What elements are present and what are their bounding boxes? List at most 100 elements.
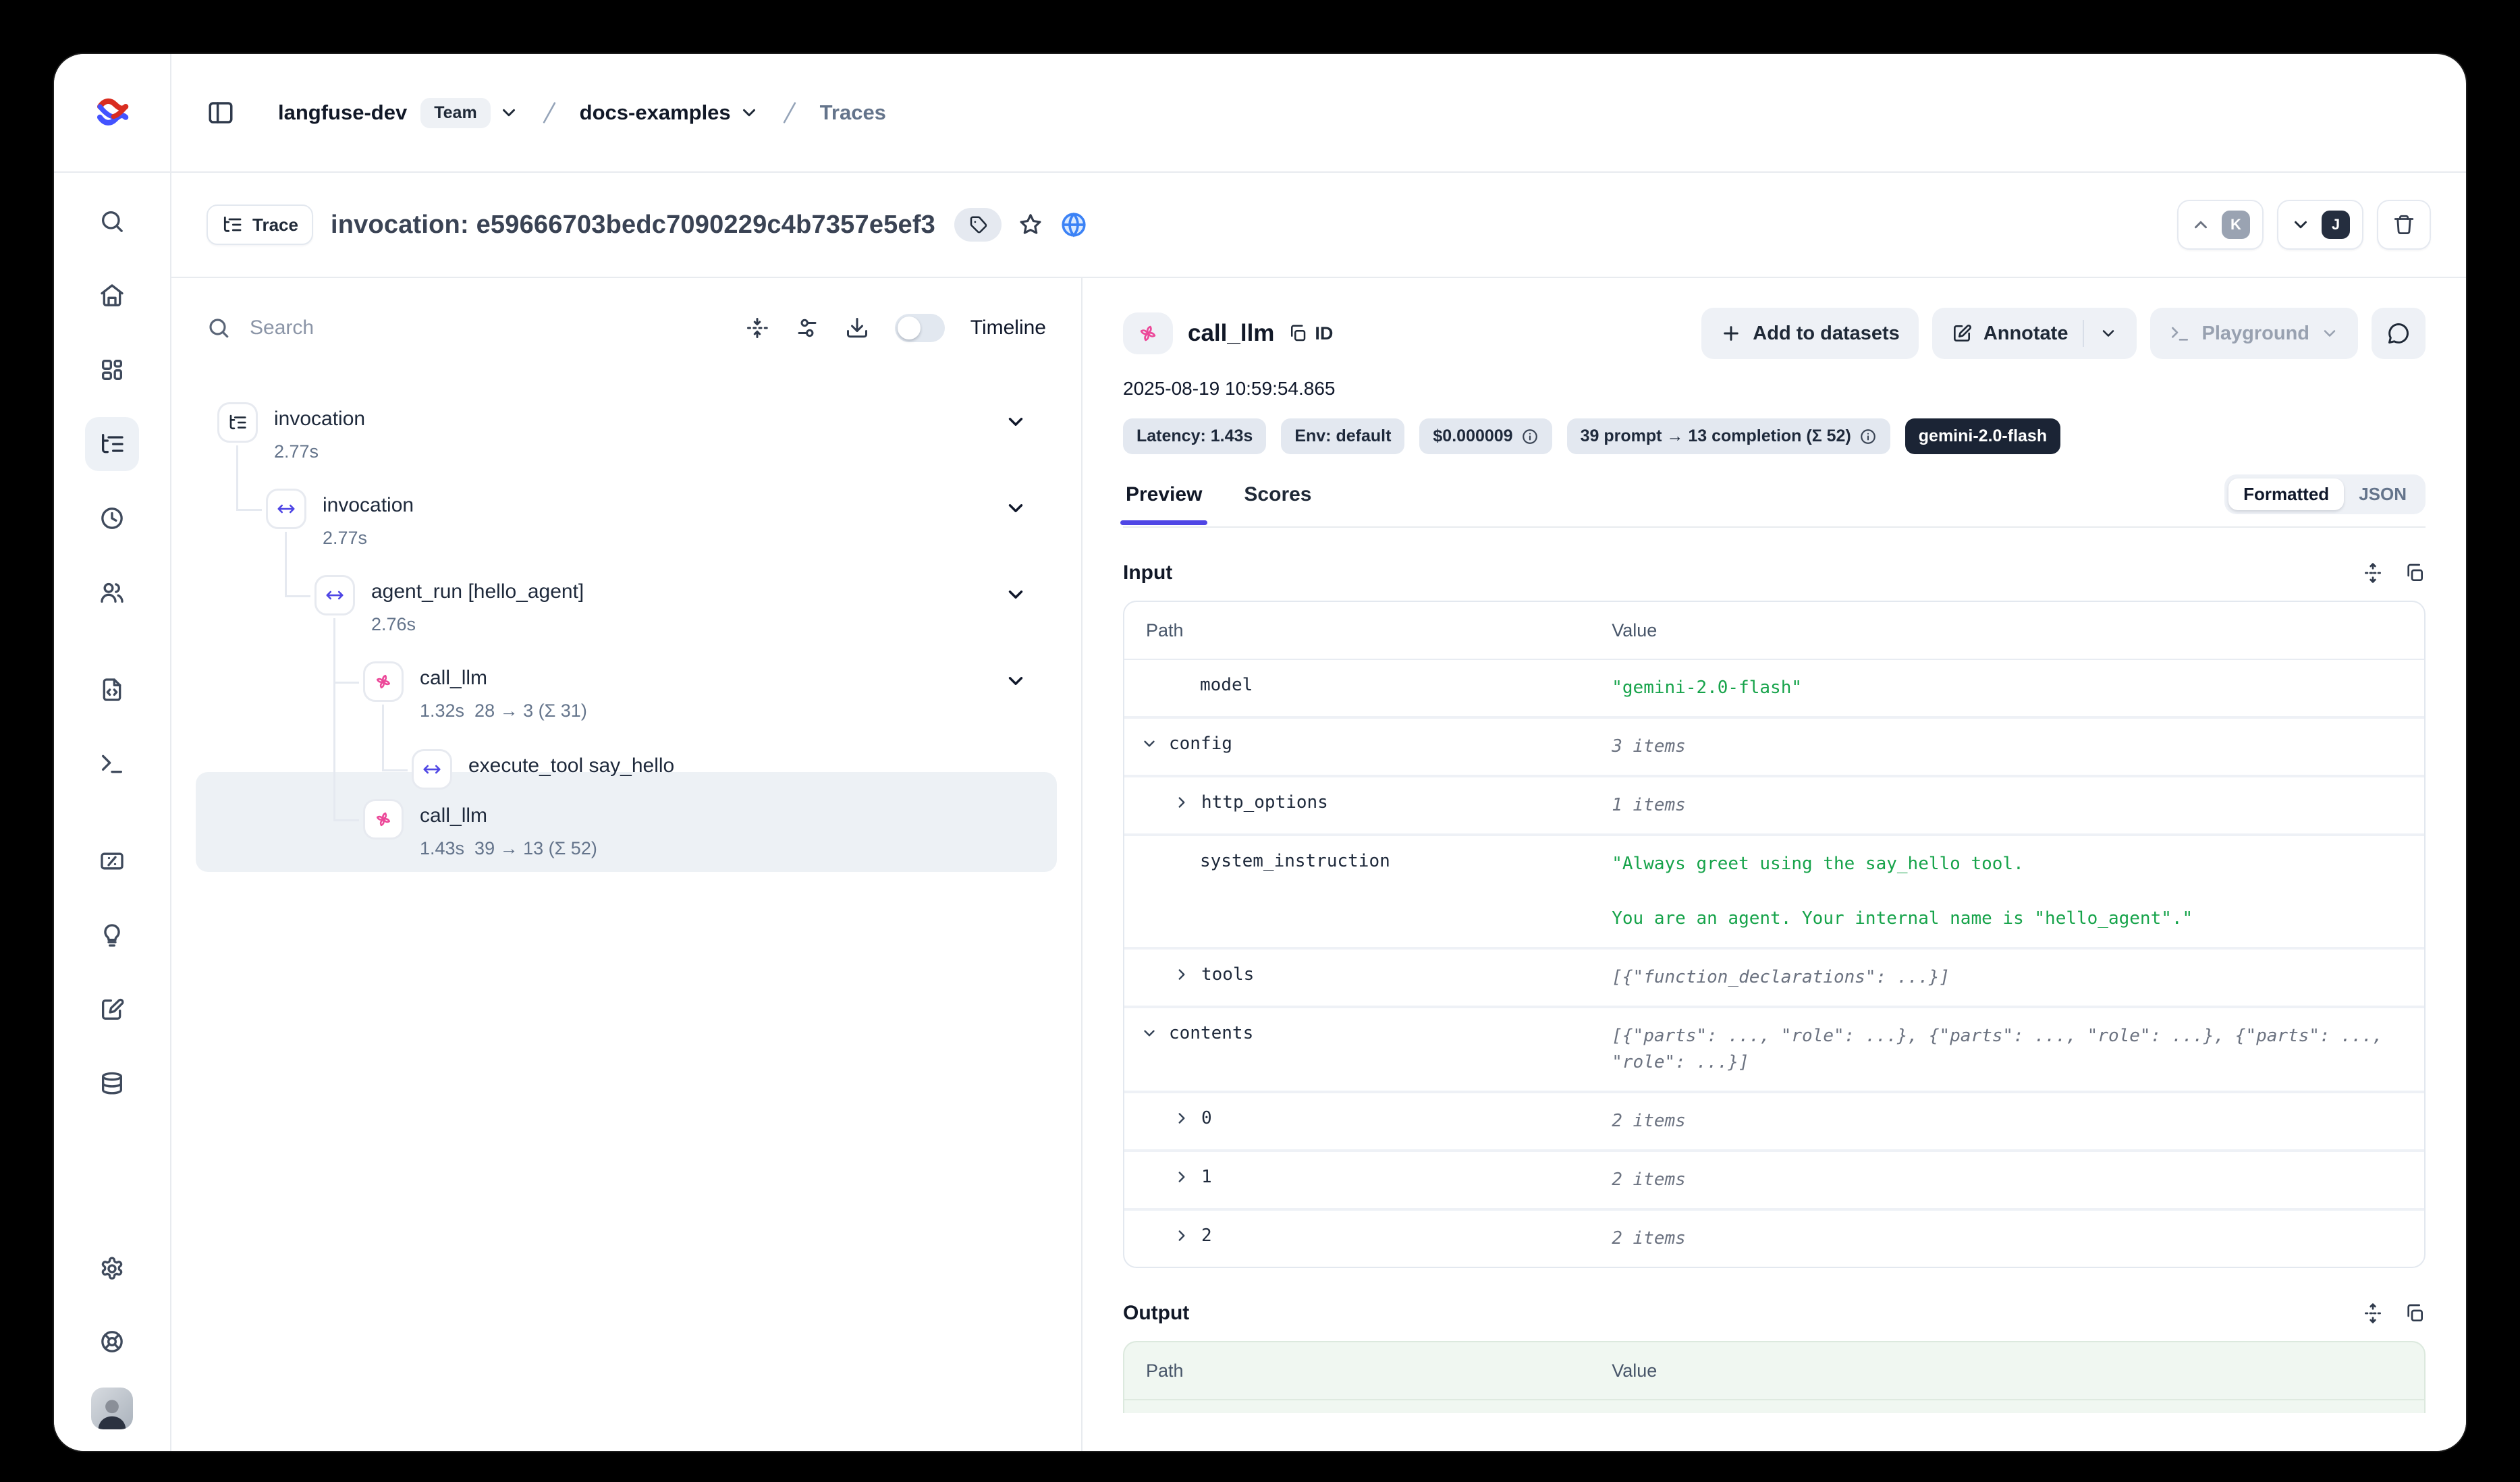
table-row-contents[interactable]: contents[{"parts": ..., "role": ...}, {"… (1124, 1008, 2424, 1093)
tree-node-duration: 1.32s 28 → 3 (Σ 31) (420, 701, 587, 721)
sidebar-item-home[interactable] (85, 269, 139, 323)
tree-node-agent_run-hello_agent-[interactable]: agent_run [hello_agent]2.76s (193, 575, 1060, 656)
metric-badge: $0.000009 (1419, 418, 1552, 454)
tab-scores[interactable]: Scores (1241, 478, 1314, 512)
annotate-button[interactable]: Annotate (1932, 308, 2137, 359)
format-option-json[interactable]: JSON (2344, 478, 2421, 510)
tree-node-invocation[interactable]: invocation2.77s (193, 402, 1060, 483)
sidebar-item-prompts[interactable] (85, 663, 139, 717)
badge-label: gemini-2.0-flash (1919, 427, 2047, 446)
table-row-http_options[interactable]: http_options1 items (1124, 777, 2424, 836)
observation-title: call_llm (1188, 320, 1274, 347)
row-path: system_instruction (1200, 851, 1390, 871)
sidebar-nav (54, 173, 170, 1223)
tree-node-call_llm[interactable]: call_llm1.32s 28 → 3 (Σ 31) (193, 661, 1060, 742)
row-chevron-right-icon[interactable] (1173, 794, 1190, 811)
row-value: 2 items (1612, 1167, 2424, 1193)
sidebar-item-playground[interactable] (85, 737, 139, 791)
panel-left-toggle-icon[interactable] (207, 99, 235, 127)
sidebar-item-support[interactable] (85, 1315, 139, 1369)
tab-preview[interactable]: Preview (1123, 478, 1205, 512)
copy-id-label: ID (1315, 323, 1333, 344)
copy-id-button[interactable]: ID (1288, 323, 1333, 344)
table-row-0[interactable]: 02 items (1124, 1093, 2424, 1152)
observation-tree: invocation2.77sinvocation2.77sagent_run … (193, 383, 1060, 1451)
table-row-model[interactable]: model"gemini-2.0-flash" (1124, 660, 2424, 719)
project-switcher-chevron-icon[interactable] (739, 103, 759, 123)
tree-node-collapse-chevron-icon[interactable] (1004, 669, 1027, 692)
search-icon (99, 208, 126, 235)
table-row-tools[interactable]: tools[{"function_declarations": ...}] (1124, 950, 2424, 1008)
langfuse-logo[interactable] (54, 54, 170, 173)
trace-type-badge[interactable]: Trace (207, 204, 313, 245)
expand-section-icon[interactable] (2362, 1302, 2384, 1324)
tag-button[interactable] (954, 208, 1002, 242)
expand-section-icon[interactable] (2362, 562, 2384, 584)
table-row-system_instruction[interactable]: system_instruction"Always greet using th… (1124, 836, 2424, 950)
breadcrumb-organization[interactable]: langfuse-dev (278, 101, 407, 125)
table-row-content[interactable]: content2 items (1124, 1400, 2424, 1413)
detail-scroll-area[interactable]: call_llm ID Add to datasets (1083, 278, 2466, 1413)
app-window: langfuse-dev Team docs-examples Traces (54, 54, 2466, 1451)
sidebar-item-settings[interactable] (85, 1242, 139, 1296)
sidebar-item-evaluation[interactable] (85, 834, 139, 888)
row-chevron-right-icon[interactable] (1173, 1109, 1190, 1127)
tree-node-collapse-chevron-icon[interactable] (1004, 497, 1027, 520)
format-option-formatted[interactable]: Formatted (2228, 478, 2344, 510)
tree-node-invocation[interactable]: invocation2.77s (193, 489, 1060, 570)
public-globe-icon[interactable] (1060, 211, 1088, 239)
row-chevron-down-icon[interactable] (1141, 1024, 1158, 1042)
add-to-datasets-label: Add to datasets (1753, 323, 1900, 345)
sidebar-item-sessions[interactable] (85, 491, 139, 545)
next-trace-button[interactable]: J (2277, 200, 2363, 250)
row-chevron-right-icon[interactable] (1173, 1227, 1190, 1244)
annotate-label: Annotate (1983, 323, 2069, 345)
tree-search-input[interactable] (247, 315, 745, 341)
row-chevron-right-icon[interactable] (1173, 1168, 1190, 1186)
metric-badge: Env: default (1281, 418, 1404, 454)
add-to-datasets-button[interactable]: Add to datasets (1701, 308, 1919, 359)
copy-section-icon[interactable] (2404, 562, 2426, 584)
button-divider (2083, 320, 2084, 347)
tree-node-execute_tool-say_hello[interactable]: execute_tool say_hello (193, 749, 1060, 792)
table-row-2[interactable]: 22 items (1124, 1211, 2424, 1267)
tree-node-label: call_llm (420, 804, 487, 827)
breadcrumb-project[interactable]: docs-examples (580, 101, 731, 125)
tree-node-label: invocation (323, 494, 414, 517)
playground-dropdown-chevron-icon (2320, 324, 2339, 343)
org-switcher-chevron-icon[interactable] (499, 103, 519, 123)
badge-label: Env: default (1294, 427, 1391, 446)
info-icon[interactable] (1521, 428, 1539, 445)
observation-detail-panel: call_llm ID Add to datasets (1081, 278, 2466, 1451)
tree-node-call_llm[interactable]: call_llm1.43s 39 → 13 (Σ 52) (193, 799, 1060, 880)
row-chevron-down-icon[interactable] (1141, 735, 1158, 752)
table-row-1[interactable]: 1 2 items (1124, 1152, 2424, 1211)
sidebar-item-datasets[interactable] (85, 1057, 139, 1111)
sidebar-item-tracing[interactable] (85, 417, 139, 471)
tree-node-collapse-chevron-icon[interactable] (1004, 410, 1027, 433)
timeline-toggle[interactable] (895, 314, 945, 342)
annotate-dropdown-chevron-icon (2099, 324, 2118, 343)
sidebar-item-dashboards[interactable] (85, 343, 139, 397)
prev-trace-button[interactable]: K (2177, 200, 2264, 250)
sidebar-footer (85, 1223, 139, 1451)
delete-trace-button[interactable] (2377, 200, 2431, 250)
info-icon[interactable] (1859, 428, 1877, 445)
sidebar-item-users[interactable] (85, 566, 139, 620)
user-avatar[interactable] (91, 1388, 133, 1429)
copy-section-icon[interactable] (2404, 1302, 2426, 1324)
table-row-config[interactable]: config3 items (1124, 719, 2424, 777)
collapse-all-icon[interactable] (745, 316, 769, 340)
sidebar-item-insights[interactable] (85, 908, 139, 962)
download-icon[interactable] (845, 316, 869, 340)
sidebar-item-search[interactable] (85, 194, 139, 248)
row-path: 1 (1201, 1167, 1212, 1187)
playground-label: Playground (2201, 323, 2309, 345)
comments-button[interactable] (2372, 308, 2426, 359)
playground-button[interactable]: Playground (2150, 308, 2358, 359)
sidebar-item-annotation[interactable] (85, 983, 139, 1037)
tree-node-collapse-chevron-icon[interactable] (1004, 583, 1027, 606)
bookmark-star-icon[interactable] (1018, 212, 1043, 238)
row-chevron-right-icon[interactable] (1173, 966, 1190, 983)
tree-settings-icon[interactable] (795, 316, 819, 340)
